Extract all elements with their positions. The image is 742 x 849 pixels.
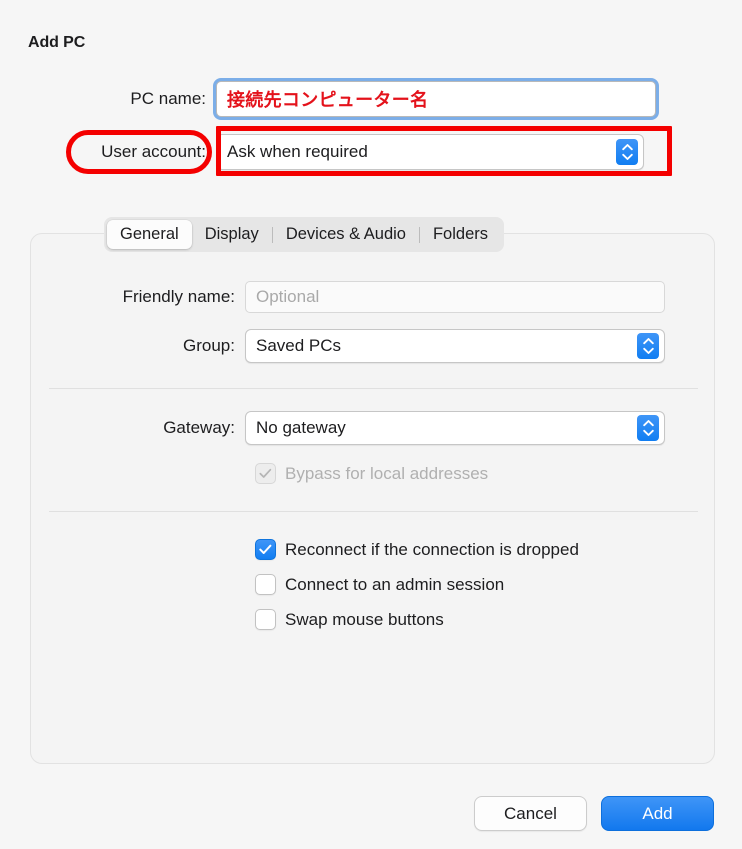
- pc-name-input[interactable]: 接続先コンピューター名: [216, 81, 656, 117]
- friendly-name-placeholder: Optional: [256, 287, 320, 306]
- general-tab-panel: Friendly name: Optional Group: Saved PCs: [30, 233, 715, 764]
- checkmark-icon: [259, 468, 272, 478]
- pc-name-label: PC name:: [130, 89, 206, 108]
- user-account-label: User account:: [101, 142, 206, 161]
- reconnect-label: Reconnect if the connection is dropped: [285, 539, 579, 559]
- tab-folders[interactable]: Folders: [420, 220, 501, 249]
- checkbox-bypass-local-addresses: [255, 463, 276, 484]
- user-account-value: Ask when required: [227, 142, 368, 161]
- stepper-updown-icon[interactable]: [637, 415, 659, 441]
- group-select[interactable]: Saved PCs: [245, 329, 665, 363]
- swap-mouse-buttons-label: Swap mouse buttons: [285, 609, 444, 629]
- user-account-row: User account: Ask when required: [0, 132, 742, 172]
- tab-general[interactable]: General: [107, 220, 192, 249]
- add-button[interactable]: Add: [601, 796, 714, 831]
- page-title: Add PC: [28, 34, 86, 51]
- gateway-value: No gateway: [256, 418, 346, 437]
- stepper-updown-icon[interactable]: [616, 139, 638, 165]
- tab-display[interactable]: Display: [192, 220, 272, 249]
- tab-folders-label: Folders: [432, 225, 488, 243]
- cancel-button[interactable]: Cancel: [474, 796, 587, 831]
- stepper-updown-icon[interactable]: [637, 333, 659, 359]
- checkmark-icon: [259, 544, 272, 554]
- user-account-select[interactable]: Ask when required: [216, 134, 644, 170]
- divider: [49, 388, 698, 389]
- checkbox-admin-session[interactable]: [255, 574, 276, 595]
- friendly-name-input[interactable]: Optional: [245, 281, 665, 313]
- tab-bar: General Display Devices & Audio Folders: [104, 217, 504, 252]
- group-value: Saved PCs: [256, 336, 342, 355]
- tab-devices-audio[interactable]: Devices & Audio: [273, 220, 419, 249]
- gateway-row: Gateway: No gateway: [59, 411, 665, 445]
- reconnect-checkbox-row[interactable]: Reconnect if the connection is dropped: [255, 539, 579, 560]
- bypass-local-addresses-label: Bypass for local addresses: [285, 463, 489, 483]
- tab-display-label: Display: [204, 225, 259, 243]
- friendly-name-row: Friendly name: Optional: [59, 281, 665, 313]
- friendly-name-label: Friendly name:: [122, 287, 235, 306]
- pc-name-value: 接続先コンピューター名: [227, 90, 429, 110]
- group-row: Group: Saved PCs: [59, 329, 665, 363]
- tab-general-label: General: [120, 225, 179, 243]
- add-button-label: Add: [642, 803, 673, 823]
- bypass-local-addresses-checkbox-row: Bypass for local addresses: [255, 463, 488, 484]
- group-label: Group:: [183, 336, 235, 355]
- tab-devices-audio-label: Devices & Audio: [285, 225, 406, 243]
- admin-session-label: Connect to an admin session: [285, 574, 505, 594]
- pc-name-focus-ring: 接続先コンピューター名: [213, 78, 659, 120]
- pc-name-row: PC name: 接続先コンピューター名: [0, 78, 742, 120]
- gateway-select[interactable]: No gateway: [245, 411, 665, 445]
- dialog-footer: Cancel Add: [474, 796, 714, 831]
- cancel-button-label: Cancel: [504, 803, 557, 823]
- admin-session-checkbox-row[interactable]: Connect to an admin session: [255, 574, 504, 595]
- checkbox-swap-mouse-buttons[interactable]: [255, 609, 276, 630]
- add-pc-dialog: Add PC PC name: 接続先コンピューター名 User account…: [0, 0, 742, 849]
- gateway-label: Gateway:: [163, 418, 235, 437]
- divider: [49, 511, 698, 512]
- checkbox-reconnect[interactable]: [255, 539, 276, 560]
- swap-mouse-buttons-checkbox-row[interactable]: Swap mouse buttons: [255, 609, 444, 630]
